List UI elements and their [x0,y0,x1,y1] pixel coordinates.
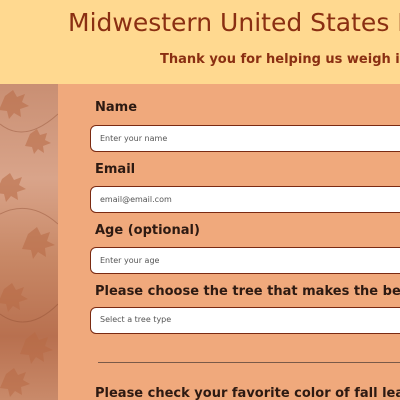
page-title: Midwestern United States Fall [68,8,400,37]
form-divider [98,362,400,363]
age-field[interactable] [90,247,400,274]
page-header: Midwestern United States Fall Thank you … [0,0,400,84]
email-field[interactable] [90,186,400,213]
email-label: Email [95,162,136,177]
survey-form: Name Email Age (optional) Please choose … [58,84,400,400]
age-label: Age (optional) [95,223,200,238]
leaf-color-label: Please check your favorite color of fall… [95,386,400,400]
name-label: Name [95,100,138,115]
tree-select-value: Select a tree type [100,315,172,324]
autumn-leaves-icon [0,90,58,397]
page-subtitle: Thank you for helping us weigh in on our… [160,52,400,67]
tree-select-label: Please choose the tree that makes the be… [95,284,400,299]
name-field[interactable] [90,125,400,152]
tree-select[interactable]: Select a tree type [90,307,400,334]
autumn-leaves-image [0,84,58,400]
